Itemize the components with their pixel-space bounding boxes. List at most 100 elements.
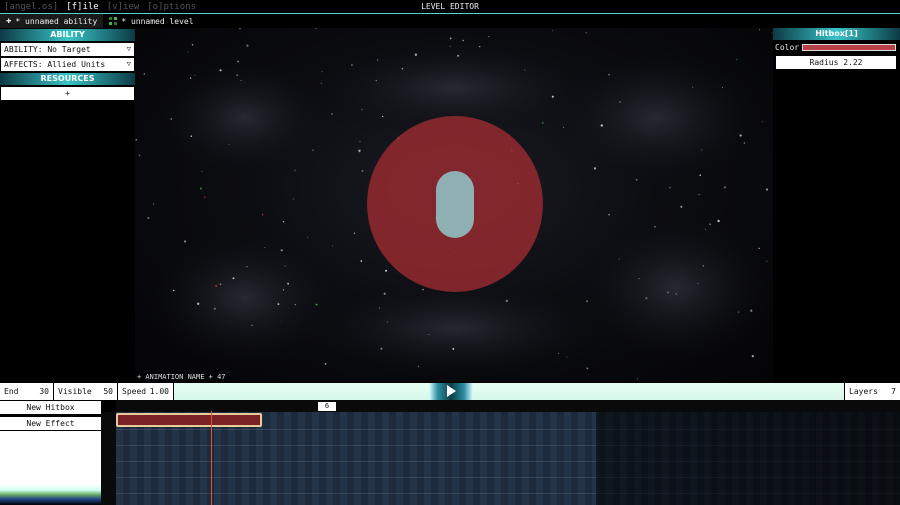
star xyxy=(239,28,241,30)
speed-field[interactable]: Speed 1.00 xyxy=(118,382,173,400)
star xyxy=(701,149,703,151)
track-gutter xyxy=(101,412,116,505)
star xyxy=(669,186,671,189)
star xyxy=(608,74,610,76)
star xyxy=(417,365,419,367)
star xyxy=(600,124,603,127)
track-grid[interactable] xyxy=(116,412,900,505)
star xyxy=(381,115,384,118)
animation-name-label: + ANIMATION NAME + 47 xyxy=(137,373,226,381)
end-field[interactable]: End 30 xyxy=(0,382,53,400)
star xyxy=(743,142,746,144)
star xyxy=(524,69,526,71)
affects-select[interactable]: AFFECTS: Allied Units ▽ xyxy=(1,58,134,71)
new-hitbox-button[interactable]: New Hitbox xyxy=(0,401,101,414)
star xyxy=(294,304,296,306)
star xyxy=(332,245,334,247)
current-frame-marker[interactable]: 6 xyxy=(318,402,336,411)
star xyxy=(361,169,364,172)
new-effect-button[interactable]: New Effect xyxy=(0,417,101,430)
ability-header: ABILITY xyxy=(0,29,135,41)
star xyxy=(376,59,379,61)
star xyxy=(359,141,361,143)
star xyxy=(401,67,404,70)
star xyxy=(199,187,202,190)
star xyxy=(619,101,621,103)
star xyxy=(277,303,280,306)
star xyxy=(227,371,229,373)
play-button[interactable] xyxy=(429,382,473,400)
color-row: Color xyxy=(773,41,900,53)
star xyxy=(636,378,638,380)
star xyxy=(586,300,589,303)
star xyxy=(331,113,333,115)
hitbox-clip[interactable] xyxy=(116,413,262,427)
radius-field[interactable]: Radius 2.22 xyxy=(776,56,896,69)
scrub-bar[interactable] xyxy=(174,382,844,400)
color-swatch[interactable] xyxy=(802,43,897,51)
ability-panel: ABILITY ABILITY: No Target ▽ AFFECTS: Al… xyxy=(0,28,135,382)
end-value: 30 xyxy=(39,386,49,396)
star xyxy=(737,311,740,313)
star xyxy=(307,236,309,238)
star xyxy=(759,29,761,31)
speed-label: Speed xyxy=(122,386,147,396)
star xyxy=(505,299,508,303)
star xyxy=(462,39,464,42)
hitbox-panel: Hitbox[1] Color Radius 2.22 xyxy=(773,28,900,382)
viewport-canvas xyxy=(135,28,773,380)
unit-capsule[interactable] xyxy=(436,171,474,238)
tab-unnamed-ability[interactable]: ✚ * unnamed ability xyxy=(0,14,104,28)
star xyxy=(215,284,218,287)
star xyxy=(194,74,196,76)
star xyxy=(766,260,768,262)
menu-angel-os[interactable]: [angel.os] xyxy=(0,0,62,14)
star xyxy=(264,247,266,249)
menu-options[interactable]: [o]ptions xyxy=(143,0,200,14)
star xyxy=(449,45,451,48)
menu-bar: [angel.os] [f]ile [v]iew [o]ptions LEVEL… xyxy=(0,0,900,14)
star xyxy=(635,178,638,181)
menu-file[interactable]: [f]ile xyxy=(62,0,103,14)
playhead[interactable] xyxy=(211,411,212,505)
ability-select[interactable]: ABILITY: No Target ▽ xyxy=(1,43,134,56)
visible-field[interactable]: Visible 50 xyxy=(54,382,117,400)
frame-ruler[interactable]: 6 xyxy=(116,400,900,412)
grid-icon xyxy=(109,17,118,25)
star xyxy=(172,289,175,292)
star xyxy=(350,64,353,67)
plus-icon: ✚ xyxy=(6,16,12,26)
star xyxy=(320,82,322,84)
star xyxy=(736,58,738,61)
star xyxy=(236,74,239,77)
star xyxy=(765,188,769,191)
tab-label: * unnamed ability xyxy=(15,16,98,26)
level-viewport[interactable]: + ANIMATION NAME + 47 xyxy=(135,28,773,382)
ability-select-value: ABILITY: No Target xyxy=(4,45,91,54)
star xyxy=(246,44,249,47)
star xyxy=(183,240,187,243)
star xyxy=(251,324,253,326)
layers-label: Layers xyxy=(849,386,878,396)
star xyxy=(452,347,455,350)
star xyxy=(618,258,620,260)
layers-field[interactable]: Layers 7 xyxy=(845,382,900,400)
play-icon xyxy=(446,385,456,397)
star xyxy=(717,219,720,223)
star xyxy=(203,196,206,198)
star xyxy=(152,203,155,205)
star xyxy=(138,154,141,157)
visible-label: Visible xyxy=(58,386,92,396)
add-resource-button[interactable]: + xyxy=(1,87,134,100)
tab-unnamed-level[interactable]: * unnamed level xyxy=(103,14,199,28)
star xyxy=(281,321,283,323)
star xyxy=(488,35,490,38)
tab-bar: ✚ * unnamed ability * unnamed level xyxy=(0,14,900,28)
star xyxy=(385,269,388,272)
menu-view[interactable]: [v]iew xyxy=(103,0,144,14)
star xyxy=(143,73,145,75)
timeline: New Hitbox New Effect 6 xyxy=(0,400,900,505)
end-label: End xyxy=(4,386,19,396)
star xyxy=(692,86,694,88)
speed-value: 1.00 xyxy=(149,386,169,396)
